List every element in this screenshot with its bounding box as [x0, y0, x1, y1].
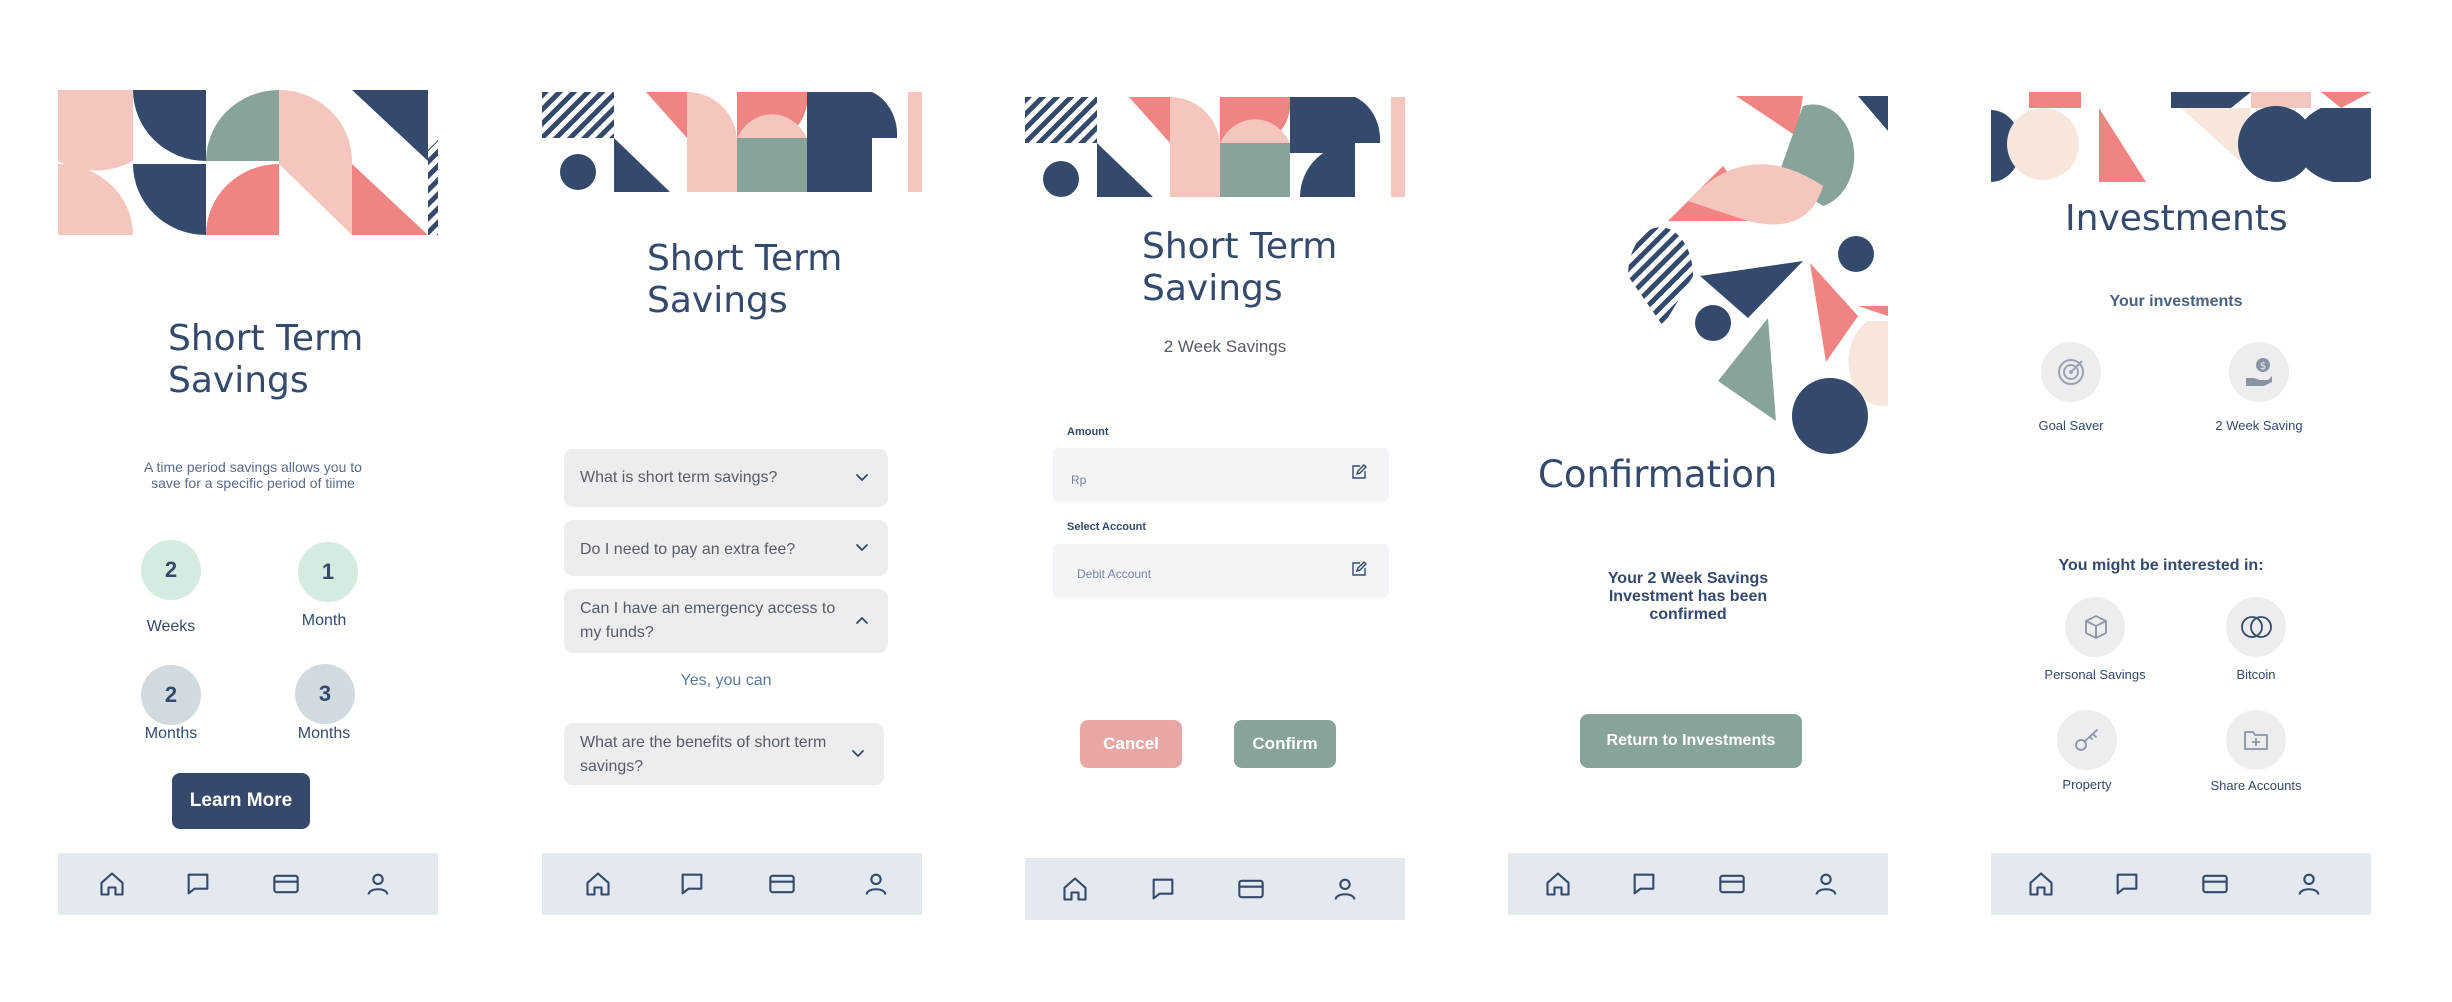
geometric-scatter-illustration — [1628, 96, 1888, 454]
amount-field[interactable]: Rp — [1053, 448, 1389, 502]
edit-icon[interactable] — [1351, 561, 1367, 577]
account-select[interactable]: Debit Account — [1053, 544, 1389, 598]
faq-item-expanded[interactable]: Can I have an emergency access to my fun… — [564, 589, 888, 653]
investment-label: Goal Saver — [2038, 418, 2104, 433]
chat-icon[interactable] — [678, 870, 706, 898]
faq-item[interactable]: Do I need to pay an extra fee? — [564, 520, 888, 576]
user-icon[interactable] — [1331, 875, 1359, 903]
card-icon[interactable] — [272, 870, 300, 898]
chevron-up-icon[interactable] — [854, 613, 870, 629]
card-icon[interactable] — [768, 870, 796, 898]
user-icon[interactable] — [1812, 870, 1840, 898]
confirmation-message: Your 2 Week Savings Investment has been … — [1607, 570, 1769, 623]
bottom-nav — [58, 853, 438, 915]
home-icon[interactable] — [1544, 870, 1572, 898]
bottom-nav — [1025, 858, 1405, 920]
home-icon[interactable] — [98, 870, 126, 898]
chevron-down-icon[interactable] — [854, 540, 870, 556]
screen-short-term-savings-faq: Short Term Savings What is short term sa… — [542, 0, 922, 1002]
subtitle: 2 Week Savings — [1163, 337, 1287, 356]
page-title: Short Term Savings — [168, 318, 364, 401]
home-icon[interactable] — [2027, 870, 2055, 898]
suggestion-label: Personal Savings — [2044, 667, 2146, 682]
page-title: Investments — [2065, 198, 2288, 239]
return-to-investments-button[interactable]: Return to Investments — [1580, 714, 1802, 768]
description-text: A time period savings allows you to save… — [144, 459, 362, 491]
option-2-weeks-button[interactable]: 2 — [141, 540, 201, 600]
bottom-nav — [1508, 853, 1888, 915]
account-placeholder: Debit Account — [1077, 567, 1152, 581]
geometric-banner-illustration — [1025, 97, 1405, 197]
home-icon[interactable] — [584, 870, 612, 898]
page-title: Short Term Savings — [1142, 226, 1338, 309]
faq-question: Do I need to pay an extra fee? — [580, 541, 796, 558]
svg-text:$: $ — [2260, 361, 2266, 372]
chevron-down-icon[interactable] — [850, 746, 866, 762]
screen-short-term-savings-intro: Short Term Savings A time period savings… — [58, 0, 438, 1002]
chat-icon[interactable] — [1630, 870, 1658, 898]
option-3-months-button[interactable]: 3 — [295, 664, 355, 724]
screen-savings-form: Short Term Savings 2 Week Savings Amount… — [1025, 0, 1405, 1002]
coins-icon — [2241, 616, 2272, 638]
folder-plus-icon — [2244, 731, 2268, 750]
user-icon[interactable] — [364, 870, 392, 898]
suggestion-label: Bitcoin — [2236, 667, 2276, 682]
target-icon — [2058, 359, 2084, 385]
option-label: Month — [301, 612, 347, 629]
chat-icon[interactable] — [2113, 870, 2141, 898]
faq-question: Can I have an emergency access to my fun… — [580, 600, 836, 641]
amount-placeholder: Rp — [1071, 473, 1087, 487]
geometric-banner-illustration — [1991, 92, 2371, 182]
select-account-label: Select Account — [1067, 521, 1147, 533]
personal-savings-tile[interactable] — [2065, 597, 2125, 657]
faq-answer: Yes, you can — [680, 672, 772, 689]
screen-investments: Investments Your investments Goal Saver … — [1991, 0, 2371, 1002]
option-2-months-button[interactable]: 2 — [141, 665, 201, 725]
card-icon[interactable] — [2201, 870, 2229, 898]
amount-label: Amount — [1067, 426, 1109, 438]
box-icon — [2085, 615, 2107, 639]
confirm-button[interactable]: Confirm — [1234, 720, 1336, 768]
bitcoin-tile[interactable] — [2226, 597, 2286, 657]
option-1-month-button[interactable]: 1 — [298, 542, 358, 602]
your-investments-heading: Your investments — [2109, 293, 2243, 310]
chat-icon[interactable] — [184, 870, 212, 898]
two-week-saving-tile[interactable]: $ — [2229, 342, 2289, 402]
chevron-down-icon[interactable] — [854, 470, 870, 486]
geometric-banner-illustration — [58, 90, 438, 235]
property-tile[interactable] — [2057, 710, 2117, 770]
cancel-button[interactable]: Cancel — [1080, 720, 1182, 768]
share-accounts-tile[interactable] — [2226, 710, 2286, 770]
edit-icon[interactable] — [1351, 464, 1367, 480]
option-label: Weeks — [146, 618, 196, 635]
option-label: Months — [144, 725, 198, 742]
suggestion-label: Share Accounts — [2210, 778, 2302, 793]
card-icon[interactable] — [1718, 870, 1746, 898]
interested-heading: You might be interested in: — [2058, 557, 2264, 574]
option-label: Months — [297, 725, 351, 742]
card-icon[interactable] — [1237, 875, 1265, 903]
page-title: Confirmation — [1538, 453, 1778, 496]
learn-more-button[interactable]: Learn More — [172, 773, 310, 829]
user-icon[interactable] — [862, 870, 890, 898]
bottom-nav — [1991, 853, 2371, 915]
faq-question: What are the benefits of short term savi… — [580, 734, 827, 775]
suggestion-label: Property — [2062, 777, 2112, 792]
goal-saver-tile[interactable] — [2041, 342, 2101, 402]
chat-icon[interactable] — [1149, 875, 1177, 903]
faq-item[interactable]: What are the benefits of short term savi… — [564, 723, 884, 785]
page-title: Short Term Savings — [647, 238, 843, 321]
hand-coin-icon: $ — [2246, 358, 2272, 386]
bottom-nav — [542, 853, 922, 915]
user-icon[interactable] — [2295, 870, 2323, 898]
faq-question: What is short term savings? — [580, 469, 778, 486]
home-icon[interactable] — [1061, 875, 1089, 903]
investment-label: 2 Week Saving — [2215, 418, 2303, 433]
faq-item[interactable]: What is short term savings? — [564, 449, 888, 507]
geometric-banner-illustration — [542, 92, 922, 192]
key-icon — [2075, 729, 2098, 751]
screen-confirmation: Confirmation Your 2 Week Savings Investm… — [1508, 0, 1888, 1002]
